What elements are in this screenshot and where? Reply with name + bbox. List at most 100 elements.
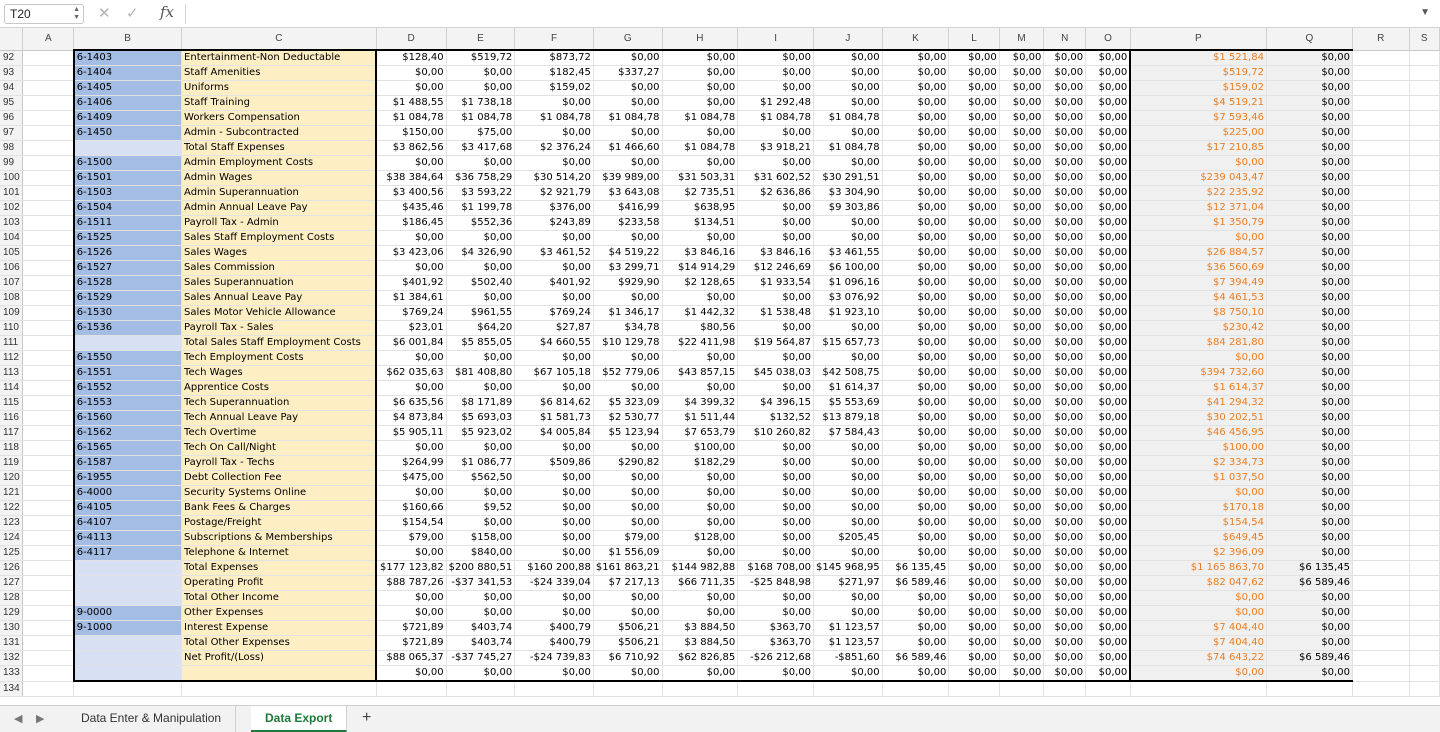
cell-o[interactable]: $0,00 [1085, 215, 1132, 231]
cell-k[interactable]: $0,00 [882, 215, 950, 231]
cell-d[interactable]: $160,66 [376, 500, 447, 516]
row-header[interactable]: 130 [0, 620, 24, 636]
cell-p[interactable]: $0,00 [1130, 350, 1267, 366]
cell-s[interactable] [1409, 170, 1440, 186]
cell-m[interactable]: $0,00 [999, 305, 1045, 321]
cell-q[interactable]: $0,00 [1266, 545, 1353, 561]
cell-j[interactable]: $0,00 [813, 485, 883, 501]
cell-f[interactable]: $400,79 [514, 635, 594, 651]
cell-q[interactable]: $0,00 [1266, 530, 1353, 546]
cell-s[interactable] [1409, 500, 1440, 516]
cell-s[interactable] [1409, 681, 1440, 697]
cell-r[interactable] [1352, 245, 1410, 261]
cell-i[interactable]: $0,00 [737, 125, 815, 141]
cell-i[interactable]: -$25 848,98 [737, 575, 815, 591]
cell-m[interactable]: $0,00 [999, 49, 1045, 66]
cell-a[interactable] [22, 335, 75, 351]
cell-c[interactable]: Debt Collection Fee [181, 470, 378, 486]
cell-i[interactable]: $31 602,52 [737, 170, 815, 186]
cell-s[interactable] [1409, 425, 1440, 441]
cell-j[interactable]: $1 084,78 [813, 140, 883, 156]
cell-k[interactable]: $0,00 [882, 530, 950, 546]
cell-m[interactable]: $0,00 [999, 440, 1045, 456]
cell-o[interactable]: $0,00 [1085, 140, 1132, 156]
cell-j[interactable]: $1 123,57 [813, 620, 883, 636]
cell-i[interactable]: $3 918,21 [737, 140, 815, 156]
cell-d[interactable]: $0,00 [376, 260, 447, 276]
cell-o[interactable]: $0,00 [1085, 320, 1132, 336]
cell-c[interactable]: Postage/Freight [181, 515, 378, 531]
cell-q[interactable] [1266, 681, 1353, 697]
cell-k[interactable]: $0,00 [882, 230, 950, 246]
fx-icon[interactable]: fx [160, 3, 174, 21]
cell-r[interactable] [1352, 170, 1410, 186]
cell-f[interactable]: $0,00 [514, 260, 594, 276]
cell-b[interactable]: 6-4117 [72, 545, 183, 561]
cell-g[interactable]: $1 466,60 [593, 140, 663, 156]
cell-e[interactable]: $403,74 [446, 620, 516, 636]
cell-a[interactable] [22, 305, 75, 321]
cell-s[interactable] [1409, 470, 1440, 486]
row-header[interactable]: 96 [0, 110, 24, 126]
cell-p[interactable]: $1 165 863,70 [1130, 560, 1267, 576]
row-header[interactable]: 116 [0, 410, 24, 426]
cell-r[interactable] [1352, 365, 1410, 381]
cell-m[interactable]: $0,00 [999, 365, 1045, 381]
cell-d[interactable] [376, 681, 447, 697]
cell-e[interactable]: $519,72 [446, 49, 516, 66]
cell-q[interactable]: $0,00 [1266, 380, 1353, 396]
cell-o[interactable]: $0,00 [1085, 335, 1132, 351]
cell-d[interactable]: $3 423,06 [376, 245, 447, 261]
cell-c[interactable]: Sales Commission [181, 260, 378, 276]
column-header-h[interactable]: H [662, 28, 739, 51]
cell-d[interactable]: $79,00 [376, 530, 447, 546]
cell-f[interactable]: $0,00 [514, 230, 594, 246]
cell-q[interactable]: $0,00 [1266, 275, 1353, 291]
cell-p[interactable]: $0,00 [1130, 230, 1267, 246]
cell-g[interactable]: $0,00 [593, 155, 663, 171]
cell-a[interactable] [22, 50, 75, 66]
cell-i[interactable]: $0,00 [737, 665, 815, 682]
cell-j[interactable]: $0,00 [813, 215, 883, 231]
cell-c[interactable]: Payroll Tax - Techs [181, 455, 378, 471]
cell-f[interactable]: $0,00 [514, 440, 594, 456]
cell-s[interactable] [1409, 410, 1440, 426]
cell-p[interactable]: $519,72 [1130, 65, 1267, 81]
cell-p[interactable]: $1 350,79 [1130, 215, 1267, 231]
cell-d[interactable]: $177 123,82 [376, 560, 447, 576]
cell-l[interactable]: $0,00 [948, 635, 1000, 651]
cell-i[interactable]: $0,00 [737, 440, 815, 456]
cell-r[interactable] [1352, 410, 1410, 426]
cell-j[interactable] [813, 681, 883, 697]
cell-m[interactable]: $0,00 [999, 530, 1045, 546]
cell-m[interactable]: $0,00 [999, 275, 1045, 291]
row-header[interactable]: 94 [0, 80, 24, 96]
cell-p[interactable]: $7 394,49 [1130, 275, 1267, 291]
cell-a[interactable] [22, 320, 75, 336]
cell-s[interactable] [1409, 575, 1440, 591]
cell-s[interactable] [1409, 215, 1440, 231]
cell-h[interactable]: $0,00 [662, 155, 739, 171]
cell-k[interactable]: $0,00 [882, 410, 950, 426]
column-header-e[interactable]: E [446, 28, 516, 51]
cell-a[interactable] [22, 80, 75, 96]
cell-r[interactable] [1352, 470, 1410, 486]
cell-g[interactable]: $506,21 [593, 620, 663, 636]
cell-c[interactable]: Other Expenses [181, 605, 378, 621]
cell-e[interactable]: $5 923,02 [446, 425, 516, 441]
cell-c[interactable]: Admin - Subcontracted [181, 125, 378, 141]
column-header-a[interactable]: A [22, 28, 75, 51]
cell-m[interactable]: $0,00 [999, 425, 1045, 441]
cell-j[interactable]: $0,00 [813, 80, 883, 96]
cell-a[interactable] [22, 170, 75, 186]
cell-p[interactable]: $0,00 [1130, 485, 1267, 501]
cell-b[interactable]: 6-1955 [72, 470, 183, 486]
cell-g[interactable]: $337,27 [593, 65, 663, 81]
cell-s[interactable] [1409, 455, 1440, 471]
cell-e[interactable]: $0,00 [446, 230, 516, 246]
cell-b[interactable]: 6-1528 [72, 275, 183, 291]
cell-r[interactable] [1352, 230, 1410, 246]
cell-p[interactable]: $22 235,92 [1130, 185, 1267, 201]
cell-m[interactable]: $0,00 [999, 455, 1045, 471]
cell-g[interactable] [593, 681, 663, 697]
